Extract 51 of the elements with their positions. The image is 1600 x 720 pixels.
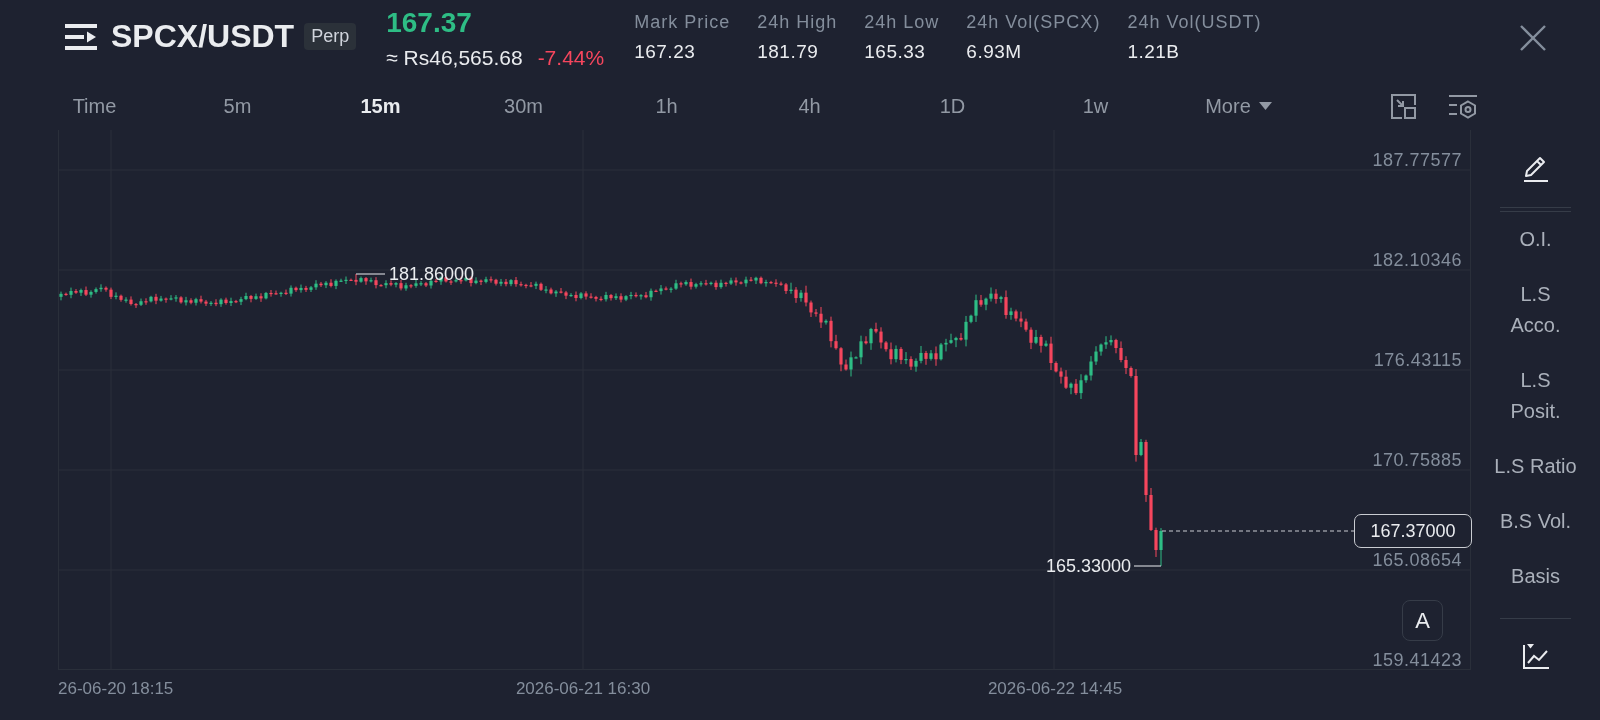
leader-line: [1133, 565, 1162, 567]
stat-value: 1.21B: [1127, 40, 1181, 64]
price-axis-label: 182.10346: [1372, 249, 1462, 271]
stat-label: 24h Vol(SPCX): [966, 11, 1101, 34]
interval-tab[interactable]: 15m: [360, 93, 401, 119]
menu-icon[interactable]: [65, 24, 97, 50]
time-axis-label: 2026-06-22 14:45: [987, 678, 1123, 700]
interval-tab[interactable]: 4h: [798, 93, 821, 119]
indicator-option[interactable]: Basis: [1511, 561, 1560, 592]
stat-label: 24h High: [757, 11, 838, 34]
symbol-title: SPCX/USDT: [111, 17, 295, 56]
interval-tab[interactable]: 5m: [223, 93, 252, 119]
indicator-option[interactable]: L.S Posit.: [1510, 365, 1561, 427]
stat-label: 24h Low: [864, 11, 940, 34]
indicator-option[interactable]: L.S Acco.: [1510, 279, 1561, 341]
local-currency-price: ≈ Rs46,565.68: [386, 45, 523, 71]
caret-icon: [1258, 102, 1272, 110]
price-axis-label: 176.43115: [1373, 349, 1462, 371]
price-change: -7.44%: [537, 45, 605, 71]
close-icon[interactable]: [1520, 25, 1546, 51]
interval-tab[interactable]: 1w: [1082, 93, 1109, 119]
price-axis-label: 187.77577: [1372, 149, 1462, 171]
stat-value: 165.33: [864, 40, 927, 64]
last-price: 167.37: [386, 6, 473, 40]
stat-label: Mark Price: [634, 11, 731, 34]
interval-tab[interactable]: 30m: [504, 93, 543, 119]
price-axis-label: 170.75885: [1372, 449, 1462, 471]
leader-line: [355, 273, 386, 275]
interval-tab[interactable]: Time: [72, 93, 117, 119]
indicator-option[interactable]: O.I.: [1519, 224, 1552, 255]
stat-value: 181.79: [757, 40, 820, 64]
line-chart-icon[interactable]: [1521, 643, 1550, 670]
price-axis-label: 165.08654: [1372, 549, 1462, 571]
interval-tab[interactable]: 1h: [655, 93, 678, 119]
time-axis-label: 2026-06-21 16:30: [515, 678, 651, 700]
last-price-tag: 167.37000: [1354, 514, 1472, 548]
scale-mode-button[interactable]: A: [1402, 600, 1443, 641]
interval-tab[interactable]: 1D: [939, 93, 966, 119]
low-price-label: 165.33000: [1045, 555, 1131, 577]
high-price-label: 181.86000: [389, 263, 475, 285]
settings-icon[interactable]: [1449, 93, 1477, 119]
resize-icon[interactable]: [1391, 93, 1416, 119]
time-axis-label: 26-06-20 18:15: [58, 678, 174, 700]
stat-label: 24h Vol(USDT): [1127, 11, 1262, 34]
stat-value: 6.93M: [966, 40, 1023, 64]
price-axis-label: 159.41423: [1372, 649, 1462, 671]
contract-badge: Perp: [304, 23, 357, 50]
stat-value: 167.23: [634, 40, 697, 64]
indicator-option[interactable]: L.S Ratio: [1494, 451, 1577, 482]
more-dropdown[interactable]: More: [1205, 93, 1272, 119]
indicator-option[interactable]: B.S Vol.: [1499, 506, 1572, 537]
